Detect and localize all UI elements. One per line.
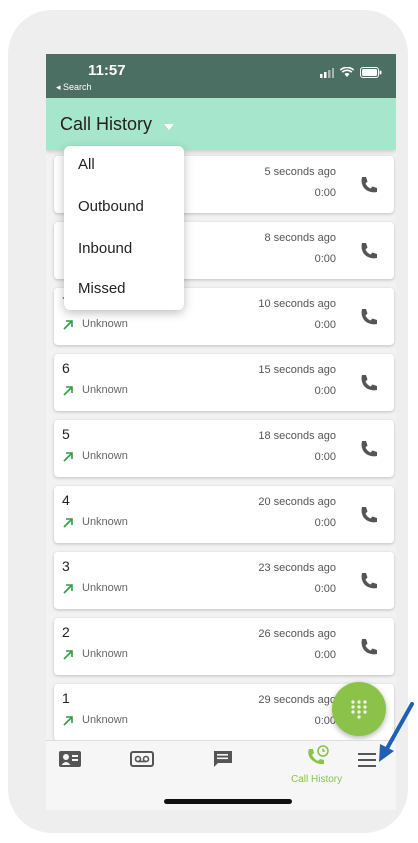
call-direction-label: Unknown — [82, 714, 128, 726]
call-duration: 0:00 — [314, 583, 336, 595]
call-time-ago: 10 seconds ago — [258, 298, 336, 310]
dialpad-icon — [351, 700, 367, 719]
status-bar: 11:57 ◂ Search — [46, 54, 396, 98]
call-time-ago: 23 seconds ago — [258, 562, 336, 574]
voicemail-icon[interactable] — [130, 749, 154, 769]
tab-call-history-label: Call History — [291, 774, 343, 785]
phone-icon[interactable] — [358, 636, 380, 658]
call-number: 3 — [62, 558, 70, 574]
outbound-arrow-icon — [62, 516, 74, 528]
contacts-icon[interactable] — [58, 749, 82, 769]
phone-icon[interactable] — [358, 438, 380, 460]
call-duration: 0:00 — [314, 319, 336, 331]
system-icons — [320, 67, 382, 78]
call-number: 1 — [62, 690, 70, 706]
phone-frame: 11:57 ◂ Search Call History 5 seconds ag… — [8, 10, 408, 833]
call-duration: 0:00 — [314, 253, 336, 265]
call-number: 4 — [62, 492, 70, 508]
call-list-item[interactable]: 3 Unknown 23 seconds ago 0:00 — [54, 552, 394, 609]
phone-icon[interactable] — [358, 504, 380, 526]
call-duration: 0:00 — [314, 517, 336, 529]
call-time-ago: 20 seconds ago — [258, 496, 336, 508]
filter-option-outbound[interactable]: Outbound — [78, 198, 144, 215]
app-screen: 11:57 ◂ Search Call History 5 seconds ag… — [46, 54, 396, 810]
outbound-arrow-icon — [62, 450, 74, 462]
bottom-tab-bar: Call History — [46, 740, 396, 810]
filter-dropdown-menu: All Outbound Inbound Missed — [64, 146, 184, 310]
phone-icon[interactable] — [358, 306, 380, 328]
call-duration: 0:00 — [314, 649, 336, 661]
battery-icon — [360, 67, 382, 78]
call-list-item[interactable]: 2 Unknown 26 seconds ago 0:00 — [54, 618, 394, 675]
call-number: 5 — [62, 426, 70, 442]
call-direction-label: Unknown — [82, 384, 128, 396]
outbound-arrow-icon — [62, 648, 74, 660]
chevron-down-icon[interactable] — [164, 124, 174, 130]
outbound-arrow-icon — [62, 318, 74, 330]
home-indicator[interactable] — [164, 799, 292, 804]
call-time-ago: 15 seconds ago — [258, 364, 336, 376]
outbound-arrow-icon — [62, 582, 74, 594]
outbound-arrow-icon — [62, 384, 74, 396]
call-direction-label: Unknown — [82, 582, 128, 594]
call-number: 2 — [62, 624, 70, 640]
outbound-arrow-icon — [62, 714, 74, 726]
call-direction-label: Unknown — [82, 450, 128, 462]
call-direction-label: Unknown — [82, 648, 128, 660]
call-duration: 0:00 — [314, 187, 336, 199]
app-header: Call History — [46, 98, 396, 150]
call-duration: 0:00 — [314, 451, 336, 463]
phone-icon[interactable] — [358, 372, 380, 394]
call-time-ago: 5 seconds ago — [264, 166, 336, 178]
messages-icon[interactable] — [212, 749, 234, 769]
call-direction-label: Unknown — [82, 318, 128, 330]
call-list-item[interactable]: 4 Unknown 20 seconds ago 0:00 — [54, 486, 394, 543]
call-number: 6 — [62, 360, 70, 376]
call-duration: 0:00 — [314, 385, 336, 397]
call-time-ago: 29 seconds ago — [258, 694, 336, 706]
phone-icon[interactable] — [358, 174, 380, 196]
call-list-item[interactable]: 6 Unknown 15 seconds ago 0:00 — [54, 354, 394, 411]
hamburger-menu-icon[interactable] — [358, 753, 376, 767]
signal-icon — [320, 67, 334, 78]
wifi-icon — [340, 67, 354, 77]
back-to-search-link[interactable]: ◂ Search — [56, 82, 92, 93]
filter-option-all[interactable]: All — [78, 156, 95, 173]
call-history-filter-title[interactable]: Call History — [60, 114, 152, 135]
call-list-item[interactable]: 5 Unknown 18 seconds ago 0:00 — [54, 420, 394, 477]
filter-option-inbound[interactable]: Inbound — [78, 240, 132, 257]
phone-icon[interactable] — [358, 570, 380, 592]
status-time: 11:57 — [88, 62, 126, 79]
phone-icon[interactable] — [358, 240, 380, 262]
call-history-icon — [308, 745, 329, 765]
call-time-ago: 8 seconds ago — [264, 232, 336, 244]
call-direction-label: Unknown — [82, 516, 128, 528]
pointer-arrow-icon — [379, 702, 414, 762]
call-time-ago: 18 seconds ago — [258, 430, 336, 442]
filter-option-missed[interactable]: Missed — [78, 280, 126, 297]
call-time-ago: 26 seconds ago — [258, 628, 336, 640]
